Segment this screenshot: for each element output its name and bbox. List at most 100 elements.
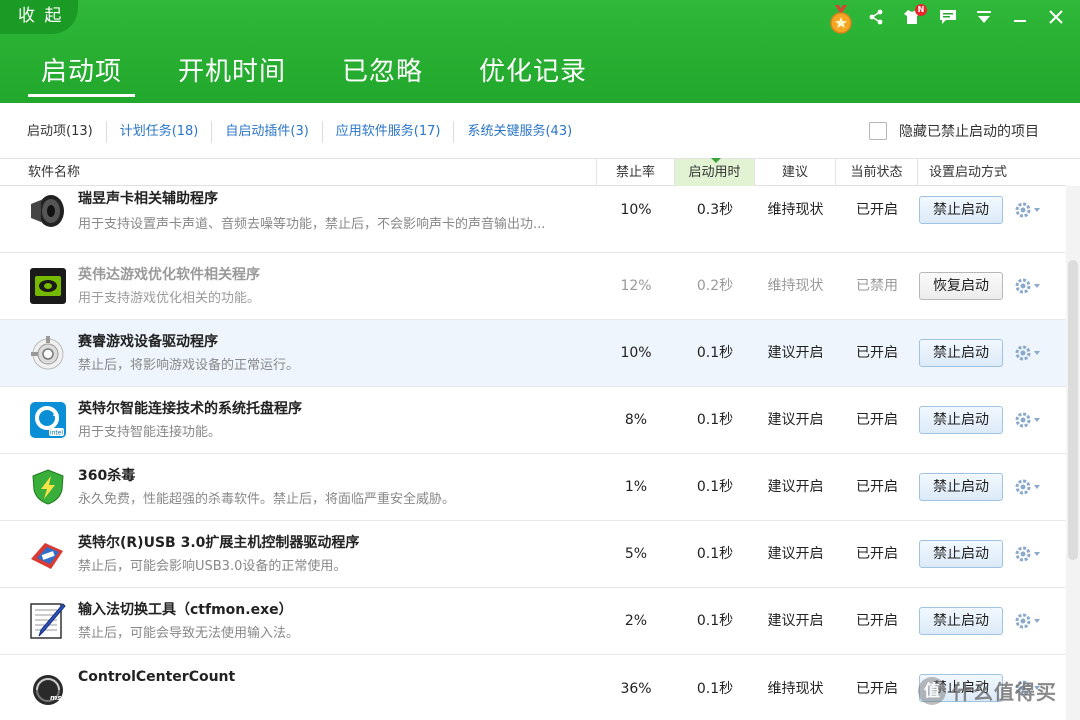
vertical-scrollbar[interactable] xyxy=(1066,186,1080,720)
chevron-down-icon xyxy=(1034,619,1040,623)
column-header-state[interactable]: 当前状态 xyxy=(836,159,918,186)
table-row[interactable]: 英特尔(R)USB 3.0扩展主机控制器驱动程序 禁止后，可能会影响USB3.0… xyxy=(0,521,1066,588)
row-suggestion: 建议开启 xyxy=(767,412,824,428)
row-rate: 1% xyxy=(624,479,648,495)
row-time: 0.1秒 xyxy=(696,479,734,495)
row-state: 已禁用 xyxy=(856,278,898,294)
table-row[interactable]: 360杀毒 永久免费，性能超强的杀毒软件。禁止后，将面临严重安全威胁。 1% 0… xyxy=(0,454,1066,521)
collapse-button[interactable]: 收 起 xyxy=(0,0,78,34)
restore-startup-button[interactable]: 恢复启动 xyxy=(919,272,1003,300)
table-row[interactable]: msi ControlCenterCount 36% 0.1秒 维持现状 已开启… xyxy=(0,655,1066,720)
row-description: 用于支持设置声卡声道、音频去噪等功能，禁止后，不会影响声卡的声音输出功... xyxy=(78,217,546,232)
tab-startup[interactable]: 启动项 xyxy=(28,52,136,97)
watermark: 值 什么值得买 xyxy=(918,676,1057,705)
table-header: 软件名称 禁止率 启动用时 建议 当前状态 设置启动方式 xyxy=(0,158,1066,186)
pen-icon xyxy=(29,602,67,640)
row-title: 赛睿游戏设备驱动程序 xyxy=(78,334,218,350)
column-header-suggestion[interactable]: 建议 xyxy=(755,159,836,186)
row-title: 瑞昱声卡相关辅助程序 xyxy=(78,191,218,207)
tab-ignored[interactable]: 已忽略 xyxy=(329,52,436,92)
table-row[interactable]: 英伟达游戏优化软件相关程序 用于支持游戏优化相关的功能。 12% 0.2秒 维持… xyxy=(0,253,1066,320)
notification-badge: N xyxy=(915,4,927,16)
medal-icon[interactable] xyxy=(828,5,854,35)
minimize-icon[interactable] xyxy=(1006,4,1034,30)
gear-icon[interactable] xyxy=(1014,342,1044,364)
chevron-down-icon xyxy=(1034,552,1040,556)
hide-disabled-toggle[interactable]: 隐藏已禁止启动的项目 xyxy=(869,121,1039,141)
chevron-down-icon xyxy=(1034,351,1040,355)
row-time: 0.1秒 xyxy=(696,345,734,361)
column-header-rate[interactable]: 禁止率 xyxy=(597,159,675,186)
row-state: 已开启 xyxy=(856,613,898,629)
subtab-system-services[interactable]: 系统关键服务(43) xyxy=(454,122,585,142)
watermark-text: 什么值得买 xyxy=(952,680,1057,704)
row-state: 已开启 xyxy=(856,479,898,495)
row-rate: 2% xyxy=(624,613,648,629)
row-state: 已开启 xyxy=(856,546,898,562)
disable-startup-button[interactable]: 禁止启动 xyxy=(919,540,1003,568)
sort-desc-icon xyxy=(711,158,721,163)
sub-tabs: 启动项(13) 计划任务(18) 自启动插件(3) 应用软件服务(17) 系统关… xyxy=(14,121,585,143)
row-state: 已开启 xyxy=(856,681,898,697)
tab-boot-time[interactable]: 开机时间 xyxy=(165,52,299,92)
row-description: 禁止后，可能会导致无法使用输入法。 xyxy=(78,626,300,641)
disable-startup-button[interactable]: 禁止启动 xyxy=(919,607,1003,635)
subtab-scheduled-tasks[interactable]: 计划任务(18) xyxy=(107,122,212,142)
hide-disabled-checkbox[interactable] xyxy=(869,122,887,140)
subtab-startup-items[interactable]: 启动项(13) xyxy=(14,122,106,142)
row-state: 已开启 xyxy=(856,202,898,218)
table-row[interactable]: 赛睿游戏设备驱动程序 禁止后，将影响游戏设备的正常运行。 10% 0.1秒 建议… xyxy=(0,320,1066,387)
column-header-name[interactable]: 软件名称 xyxy=(0,159,597,186)
subtab-app-services[interactable]: 应用软件服务(17) xyxy=(323,122,454,142)
gear-icon[interactable] xyxy=(1014,476,1044,498)
chevron-down-icon xyxy=(1034,418,1040,422)
gear-icon[interactable] xyxy=(1014,409,1044,431)
row-time: 0.3秒 xyxy=(696,202,734,218)
table-row[interactable]: 瑞昱声卡相关辅助程序 用于支持设置声卡声道、音频去噪等功能，禁止后，不会影响声卡… xyxy=(0,186,1066,253)
feedback-icon[interactable] xyxy=(934,4,962,30)
row-title: 360杀毒 xyxy=(78,468,136,484)
disable-startup-button[interactable]: 禁止启动 xyxy=(919,339,1003,367)
row-suggestion: 维持现状 xyxy=(767,202,824,218)
main-tabs: 启动项 开机时间 已忽略 优化记录 xyxy=(28,52,630,97)
chevron-down-icon xyxy=(1034,208,1040,212)
disable-startup-button[interactable]: 禁止启动 xyxy=(919,196,1003,224)
subtab-autostart-plugins[interactable]: 自启动插件(3) xyxy=(212,122,321,142)
disable-startup-button[interactable]: 禁止启动 xyxy=(919,473,1003,501)
row-title: 输入法切换工具（ctfmon.exe） xyxy=(78,602,293,618)
gear-icon[interactable] xyxy=(1014,543,1044,565)
gear-icon[interactable] xyxy=(1014,199,1044,221)
row-rate: 10% xyxy=(620,202,652,218)
scrollbar-thumb[interactable] xyxy=(1068,260,1078,560)
disable-startup-button[interactable]: 禁止启动 xyxy=(919,406,1003,434)
close-icon[interactable] xyxy=(1042,4,1070,30)
speaker-icon xyxy=(29,192,67,230)
row-description: 永久免费，性能超强的杀毒软件。禁止后，将面临严重安全威胁。 xyxy=(78,492,456,507)
row-suggestion: 建议开启 xyxy=(767,345,824,361)
app-header: 收 起 N 启动项 开机时间 已忽略 优化记录 xyxy=(0,0,1080,103)
gear-icon[interactable] xyxy=(1014,610,1044,632)
row-title: 英特尔智能连接技术的系统托盘程序 xyxy=(78,401,302,417)
column-header-time-label: 启动用时 xyxy=(688,165,741,180)
chevron-down-icon xyxy=(1034,284,1040,288)
gear-icon[interactable] xyxy=(1014,275,1044,297)
skin-icon[interactable]: N xyxy=(898,4,927,30)
column-header-time[interactable]: 启动用时 xyxy=(675,158,755,186)
intel-connect-icon: intel xyxy=(29,401,67,439)
table-row[interactable]: intel 英特尔智能连接技术的系统托盘程序 用于支持智能连接功能。 8% 0.… xyxy=(0,387,1066,454)
row-suggestion: 建议开启 xyxy=(767,479,824,495)
row-rate: 5% xyxy=(624,546,648,562)
table-row[interactable]: 输入法切换工具（ctfmon.exe） 禁止后，可能会导致无法使用输入法。 2%… xyxy=(0,588,1066,655)
row-suggestion: 建议开启 xyxy=(767,613,824,629)
row-suggestion: 维持现状 xyxy=(767,278,824,294)
share-icon[interactable] xyxy=(862,4,890,30)
menu-dropdown-icon[interactable] xyxy=(970,4,998,30)
column-header-mode: 设置启动方式 xyxy=(928,165,1007,180)
usb-icon xyxy=(29,535,67,573)
steelseries-icon xyxy=(29,334,67,372)
row-description: 用于支持智能连接功能。 xyxy=(78,425,222,440)
window-controls: N xyxy=(820,4,1070,34)
tab-optimize-history[interactable]: 优化记录 xyxy=(466,52,600,92)
row-rate: 8% xyxy=(624,412,648,428)
row-title: 英伟达游戏优化软件相关程序 xyxy=(78,267,260,283)
